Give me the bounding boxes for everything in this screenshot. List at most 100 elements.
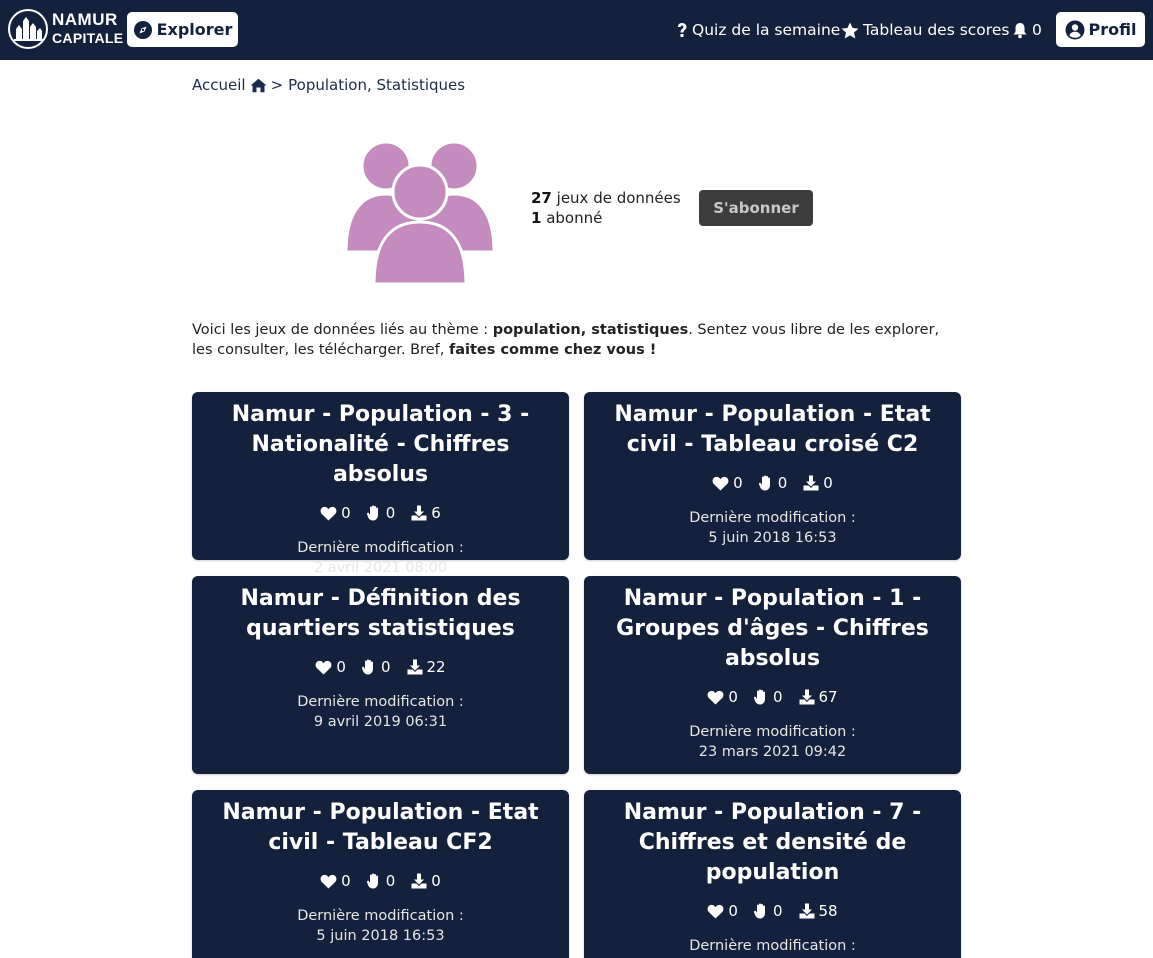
download-icon — [799, 689, 814, 705]
theme-stats: 27 jeux de données 1 abonné — [531, 188, 681, 228]
modified-label: Dernière modification : — [689, 938, 856, 954]
dataset-stats: 0 0 6 — [192, 504, 569, 522]
heart-icon — [316, 660, 332, 674]
dataset-card[interactable]: Namur - Population - 7 - Chiffres et den… — [584, 790, 961, 958]
downloads-count: 58 — [818, 902, 838, 920]
download-icon — [799, 903, 814, 919]
question-icon — [678, 23, 687, 37]
population-group-icon — [344, 140, 496, 286]
likes-stat: 0 — [315, 658, 346, 676]
notifications-count: 0 — [1032, 21, 1042, 39]
reuses-stat: 0 — [366, 872, 396, 890]
subscribers-count: 1 — [531, 209, 542, 227]
dataset-title[interactable]: Namur - Définition des quartiers statist… — [192, 576, 569, 644]
hand-icon — [753, 689, 765, 705]
downloads-stat: 67 — [799, 688, 838, 706]
scoreboard-link[interactable]: Tableau des scores — [841, 0, 1009, 60]
likes-count: 0 — [728, 688, 738, 706]
dataset-stats: 0 0 0 — [192, 872, 569, 890]
dataset-stats: 0 0 22 — [192, 658, 569, 676]
namur-capitale-logo[interactable]: NAMUR CAPITALE — [8, 9, 123, 49]
heart-icon — [320, 506, 337, 520]
download-icon — [803, 475, 819, 491]
reuses-count: 0 — [385, 504, 396, 522]
hand-icon — [758, 475, 770, 491]
dataset-card[interactable]: Namur - Population - Etat civil - Tablea… — [584, 392, 961, 560]
reuses-count: 0 — [380, 658, 391, 676]
star-icon — [841, 22, 859, 38]
likes-stat: 0 — [712, 474, 743, 492]
heart-icon — [712, 476, 729, 490]
profile-label: Profil — [1088, 20, 1137, 39]
home-icon[interactable] — [250, 78, 267, 93]
dataset-card[interactable]: Namur - Population - Etat civil - Tablea… — [192, 790, 569, 958]
reuses-stat: 0 — [366, 504, 396, 522]
logo-line-2: CAPITALE — [52, 30, 124, 46]
reuses-stat: 0 — [753, 902, 783, 920]
downloads-count: 6 — [431, 504, 441, 522]
downloads-stat: 22 — [407, 658, 446, 676]
quiz-link[interactable]: Quiz de la semaine — [676, 0, 840, 60]
explorer-label: Explorer — [156, 20, 233, 39]
download-icon — [407, 659, 422, 675]
logo-text: NAMUR CAPITALE — [52, 11, 123, 47]
reuses-stat: 0 — [758, 474, 787, 492]
dataset-card[interactable]: Namur - Population - 3 - Nationalité - C… — [192, 392, 569, 576]
downloads-stat: 6 — [411, 504, 441, 522]
download-icon — [411, 873, 427, 889]
dataset-stats: 0 0 0 — [584, 474, 961, 492]
downloads-stat: 0 — [803, 474, 833, 492]
namur-logo-icon — [8, 9, 48, 49]
dataset-card[interactable]: Namur - Définition des quartiers statist… — [192, 576, 569, 774]
modified-label: Dernière modification : — [297, 908, 464, 924]
subscribe-button[interactable]: S'abonner — [699, 190, 813, 226]
scoreboard-label: Tableau des scores — [863, 21, 1010, 39]
modified-date: 9 avril 2019 06:31 — [313, 714, 448, 730]
logo-line-1: NAMUR — [52, 10, 118, 29]
downloads-count: 0 — [823, 474, 833, 492]
heart-icon — [708, 904, 724, 918]
dataset-card[interactable]: Namur - Population - 1 - Groupes d'âges … — [584, 576, 961, 774]
downloads-count: 67 — [818, 688, 838, 706]
breadcrumb-home-link[interactable]: Accueil — [192, 76, 246, 94]
reuses-stat: 0 — [361, 658, 391, 676]
modified-label: Dernière modification : — [689, 724, 856, 740]
breadcrumb-separator: > — [270, 76, 284, 94]
breadcrumb: Accueil > Population, Statistiques — [192, 76, 465, 94]
dataset-title[interactable]: Namur - Population - 1 - Groupes d'âges … — [584, 576, 961, 674]
reuses-count: 0 — [385, 872, 396, 890]
hand-icon — [366, 873, 378, 889]
reuses-stat: 0 — [753, 688, 783, 706]
downloads-count: 22 — [426, 658, 446, 676]
modified-label: Dernière modification : — [297, 540, 464, 556]
likes-count: 0 — [341, 504, 351, 522]
intro-closing: faites comme chez vous ! — [448, 342, 657, 358]
intro-theme: population, statistiques — [492, 322, 689, 338]
modified-label: Dernière modification : — [297, 694, 464, 710]
likes-stat: 0 — [707, 688, 738, 706]
explorer-button[interactable]: Explorer — [127, 12, 238, 47]
heart-icon — [708, 690, 724, 704]
subscribers-stat: 1 abonné — [531, 208, 681, 228]
modified-date: 5 juin 2018 16:53 — [708, 530, 837, 546]
reuses-count: 0 — [772, 688, 783, 706]
quiz-label: Quiz de la semaine — [692, 21, 841, 39]
dataset-title[interactable]: Namur - Population - Etat civil - Tablea… — [584, 392, 961, 460]
dataset-title[interactable]: Namur - Population - 7 - Chiffres et den… — [584, 790, 961, 888]
likes-count: 0 — [336, 658, 346, 676]
top-navbar: NAMUR CAPITALE Explorer Quiz de la semai… — [0, 0, 1153, 60]
modified-date: 5 juin 2018 16:53 — [316, 928, 445, 944]
heart-icon — [320, 874, 337, 888]
profile-button[interactable]: Profil — [1056, 12, 1145, 47]
datasets-stat: 27 jeux de données — [531, 188, 681, 208]
likes-count: 0 — [733, 474, 743, 492]
notifications-link[interactable]: 0 — [1012, 0, 1042, 60]
datasets-label: jeux de données — [556, 189, 681, 207]
modified-label: Dernière modification : — [689, 510, 856, 526]
user-circle-icon — [1065, 20, 1085, 39]
modified-date: 2 avril 2021 08:00 — [313, 560, 448, 576]
compass-icon — [133, 20, 152, 39]
dataset-title[interactable]: Namur - Population - 3 - Nationalité - C… — [192, 392, 569, 490]
dataset-title[interactable]: Namur - Population - Etat civil - Tablea… — [192, 790, 569, 858]
likes-stat: 0 — [707, 902, 738, 920]
